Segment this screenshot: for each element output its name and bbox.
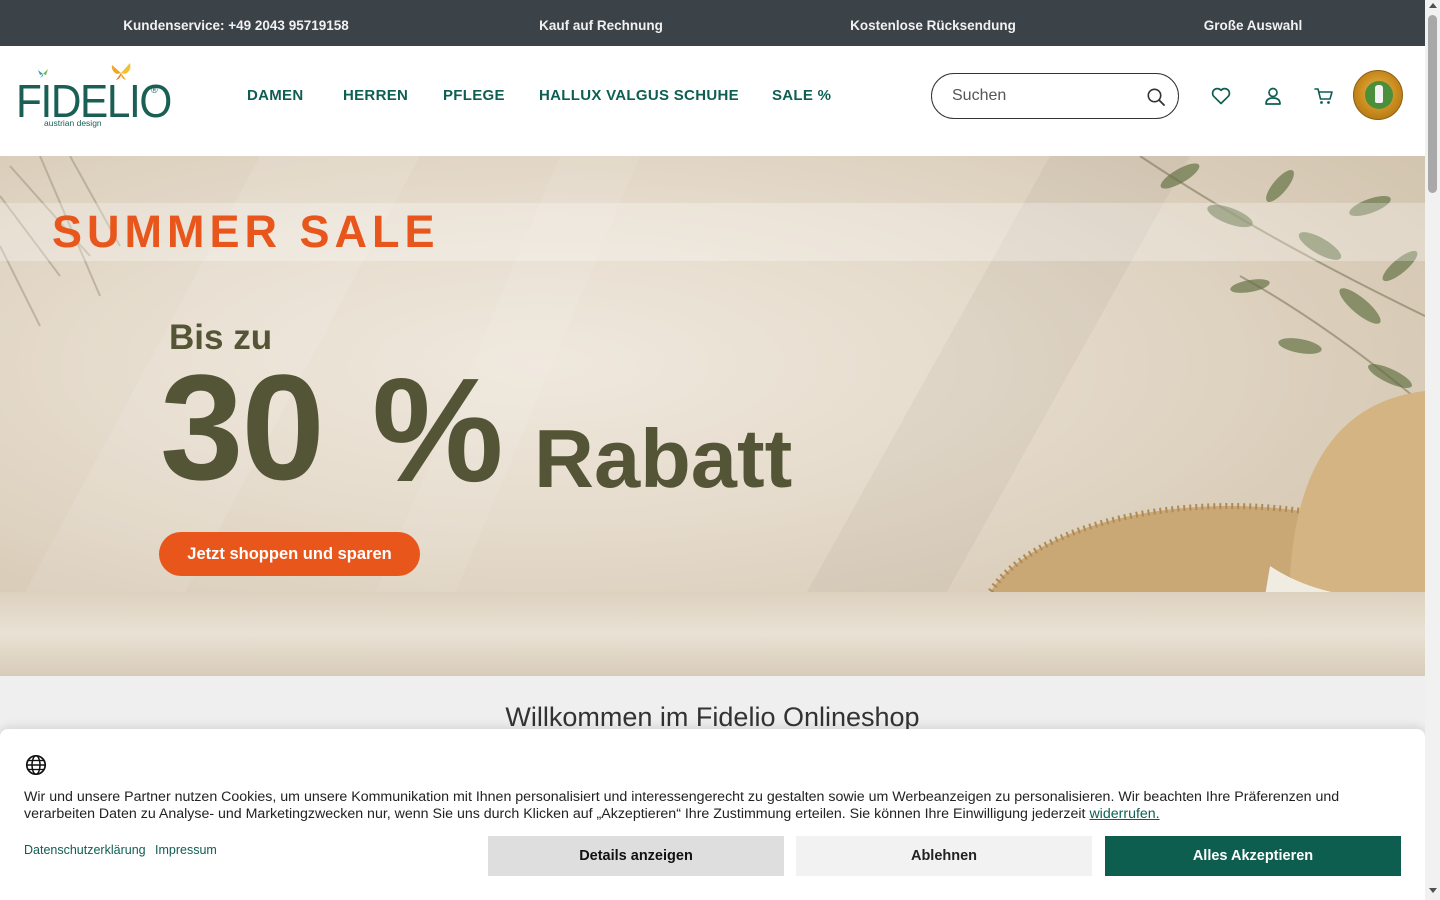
seal-bottle — [1375, 85, 1383, 103]
globe-icon — [25, 754, 47, 776]
shop-now-button[interactable]: Jetzt shoppen und sparen — [159, 532, 420, 576]
nav-item-pflege[interactable]: PFLEGE — [443, 87, 505, 104]
cookie-revoke-link[interactable]: widerrufen. — [1089, 806, 1159, 822]
page-scrollbar[interactable] — [1425, 0, 1440, 900]
nav-item-sale[interactable]: SALE % — [772, 87, 831, 104]
topbar-free-returns: Kostenlose Rücksendung — [850, 18, 1016, 33]
user-icon[interactable] — [1262, 85, 1284, 107]
award-seal-icon[interactable] — [1353, 70, 1403, 120]
site-header: FIDELIO ® austrian design DAMEN HERREN P… — [0, 46, 1425, 156]
top-info-bar: Kundenservice: +49 2043 95719158 Kauf au… — [0, 0, 1425, 46]
search-icon[interactable] — [1146, 87, 1166, 107]
search-input[interactable] — [952, 83, 1137, 109]
search-box — [931, 73, 1179, 119]
cookie-message: Wir und unsere Partner nutzen Cookies, u… — [24, 789, 1414, 823]
topbar-invoice-payment: Kauf auf Rechnung — [539, 18, 663, 33]
discount-number: 30 — [160, 343, 325, 511]
welcome-section: Willkommen im Fidelio Onlineshop — [0, 676, 1425, 736]
cookie-decline-button[interactable]: Ablehnen — [796, 836, 1092, 876]
cart-icon[interactable] — [1313, 85, 1335, 107]
topbar-large-selection: Große Auswahl — [1203, 18, 1303, 33]
scrollbar-thumb[interactable] — [1428, 15, 1437, 193]
heart-icon[interactable] — [1210, 85, 1232, 107]
cookie-details-button[interactable]: Details anzeigen — [488, 836, 784, 876]
nav-item-damen[interactable]: DAMEN — [247, 87, 304, 104]
scroll-down-arrow-icon[interactable] — [1429, 888, 1437, 893]
cookie-consent-banner: Wir und unsere Partner nutzen Cookies, u… — [0, 729, 1425, 900]
discount-percent-sign: % — [372, 348, 504, 513]
privacy-policy-link[interactable]: Datenschutzerklärung — [24, 843, 146, 857]
hero-floor — [0, 592, 1425, 676]
discount-label: Rabatt — [534, 412, 793, 505]
logo-subtitle: austrian design — [44, 118, 102, 128]
imprint-link[interactable]: Impressum — [155, 843, 217, 857]
scroll-up-arrow-icon[interactable] — [1429, 3, 1437, 8]
fidelio-logo[interactable]: FIDELIO ® austrian design — [14, 62, 172, 134]
summer-sale-title: SUMMER SALE — [52, 206, 440, 257]
nav-item-herren[interactable]: HERREN — [343, 87, 408, 104]
topbar-customer-service[interactable]: Kundenservice: +49 2043 95719158 — [123, 0, 349, 52]
cookie-accept-all-button[interactable]: Alles Akzeptieren — [1105, 836, 1401, 876]
nav-item-hallux-valgus[interactable]: HALLUX VALGUS SCHUHE — [539, 87, 739, 104]
hero-banner[interactable]: SUMMER SALE Bis zu 30 % Rabatt Jetzt sho… — [0, 156, 1425, 676]
logo-registered-mark: ® — [151, 85, 158, 95]
